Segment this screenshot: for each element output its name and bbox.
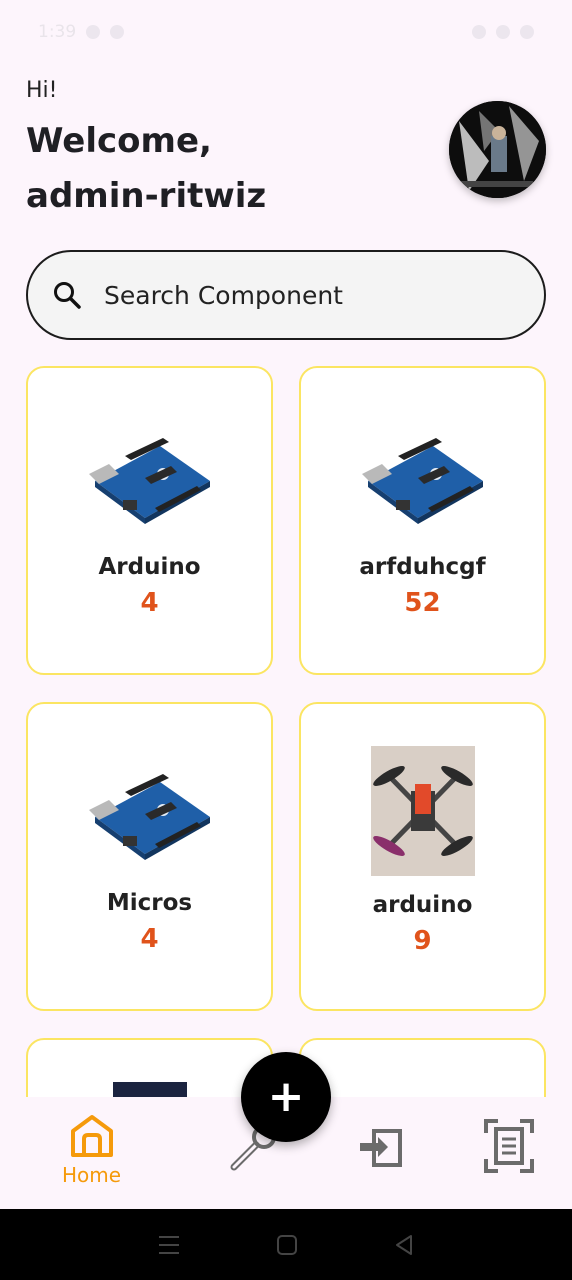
scan-document-icon	[484, 1119, 534, 1173]
component-count: 52	[404, 588, 441, 618]
back-icon[interactable]	[393, 1234, 415, 1256]
component-card[interactable]: arfduhcgf 52	[299, 366, 546, 675]
component-name: Micros	[106, 890, 193, 916]
search-bar[interactable]	[26, 250, 546, 340]
notification-icon	[110, 25, 125, 39]
nav-home[interactable]: Home	[62, 1111, 121, 1187]
nav-scan[interactable]	[484, 1119, 534, 1173]
signal-icon	[472, 25, 486, 39]
avatar[interactable]	[449, 101, 546, 198]
arduino-board-image	[85, 420, 215, 532]
greeting-text: Hi!	[26, 78, 58, 103]
component-name: arduino	[372, 892, 473, 918]
notification-icon	[86, 25, 101, 39]
status-bar: 1:39	[0, 0, 572, 64]
drone-photo-image	[370, 746, 475, 876]
wifi-icon	[496, 25, 510, 39]
component-count: 4	[140, 924, 159, 954]
home-icon	[70, 1115, 113, 1157]
component-name: Arduino	[98, 554, 201, 580]
component-name: arfduhcgf	[359, 554, 486, 580]
battery-icon	[520, 25, 534, 39]
search-icon	[54, 282, 81, 309]
nav-transfer[interactable]	[356, 1123, 406, 1169]
add-component-button[interactable]: +	[241, 1052, 331, 1142]
plus-icon: +	[267, 1071, 305, 1122]
arduino-board-image	[358, 420, 488, 532]
welcome-title: Welcome, admin-ritwiz	[26, 114, 386, 224]
component-card[interactable]: arduino 9	[299, 702, 546, 1011]
component-card[interactable]: Arduino 4	[26, 366, 273, 675]
avatar-image	[449, 101, 546, 198]
home-system-icon[interactable]	[276, 1234, 298, 1256]
arduino-board-image	[85, 756, 215, 868]
transfer-icon	[360, 1129, 402, 1167]
component-card[interactable]: Micros 4	[26, 702, 273, 1011]
component-grid: Arduino 4 arfduhcgf 52 Micros 4 arduino …	[26, 366, 546, 1158]
username: admin-ritwiz	[26, 176, 267, 216]
system-navigation-bar	[0, 1209, 572, 1280]
component-count: 4	[140, 588, 159, 618]
recent-apps-icon[interactable]	[157, 1234, 181, 1256]
search-input[interactable]	[104, 280, 504, 310]
status-time: 1:39	[38, 22, 77, 42]
welcome-line: Welcome,	[26, 121, 212, 161]
component-count: 9	[413, 926, 432, 956]
nav-home-label: Home	[62, 1163, 122, 1187]
